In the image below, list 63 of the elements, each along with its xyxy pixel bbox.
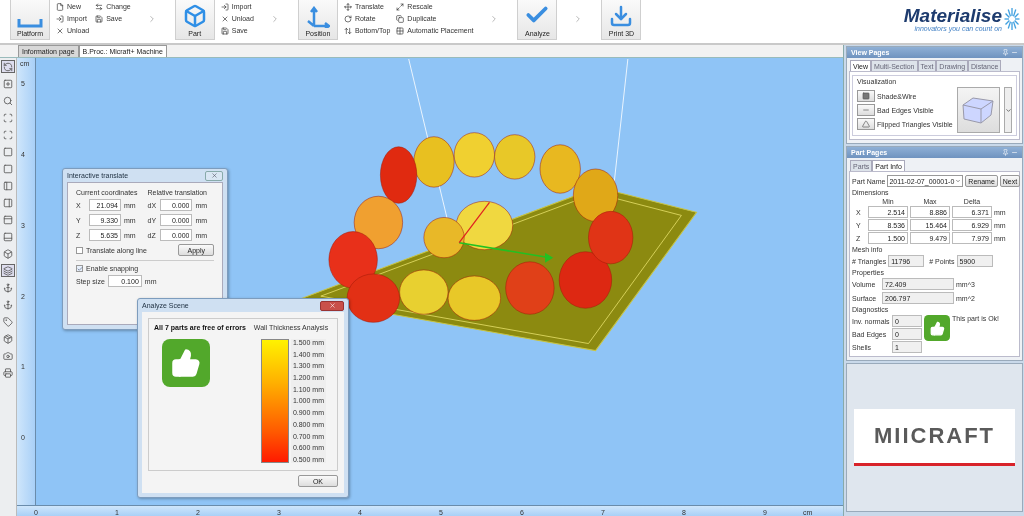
axes-icon <box>305 6 330 28</box>
minimize-icon[interactable] <box>1011 49 1018 56</box>
thumbs-up-icon <box>162 339 210 387</box>
wireframe-cube-icon <box>961 95 996 125</box>
cube-icon <box>182 4 207 28</box>
shaded-square-icon <box>862 92 870 100</box>
panel-top-icon[interactable] <box>1 213 15 226</box>
grid-icon <box>396 26 405 35</box>
triangle-icon <box>862 120 870 128</box>
save-icon <box>220 26 229 35</box>
checkbox[interactable] <box>76 246 83 254</box>
view-option-button[interactable] <box>857 104 875 116</box>
thumbs-up-icon <box>924 315 950 341</box>
dropdown-button[interactable] <box>1004 87 1012 133</box>
view-cube-button[interactable] <box>956 87 1000 133</box>
close-icon <box>328 302 336 309</box>
up-down-arrow-icon <box>343 26 352 35</box>
square-icon[interactable] <box>1 145 15 158</box>
box-icon[interactable] <box>1 332 15 345</box>
close-icon <box>220 14 229 23</box>
circular-arrows-icon[interactable] <box>1 60 15 73</box>
panel-left-icon[interactable] <box>1 179 15 192</box>
dashed-line-icon <box>862 106 870 114</box>
diagonal-arrow-icon <box>396 2 405 11</box>
check-icon <box>76 265 83 272</box>
download-icon <box>609 4 634 28</box>
3d-viewport[interactable] <box>36 58 843 505</box>
close-icon <box>56 26 64 35</box>
scan-frame-icon[interactable] <box>1 111 15 124</box>
document-icon <box>56 2 64 11</box>
brand-logo: MIICRAFT <box>853 409 1016 466</box>
square-icon[interactable] <box>1 162 15 175</box>
move-arrows-icon <box>343 2 352 11</box>
view-option-button[interactable] <box>857 118 875 130</box>
cube-icon[interactable] <box>1 247 15 260</box>
close-button[interactable] <box>320 300 344 311</box>
panel-bottom-icon[interactable] <box>1 230 15 243</box>
view-option-button[interactable] <box>857 90 875 102</box>
anchor-icon[interactable] <box>1 298 15 311</box>
checkbox[interactable] <box>76 265 83 272</box>
import-icon <box>56 14 64 23</box>
minimize-icon[interactable] <box>1011 149 1018 156</box>
close-icon <box>210 172 218 179</box>
tag-icon[interactable] <box>1 315 15 328</box>
frame-corners-icon[interactable] <box>1 128 15 141</box>
close-button[interactable] <box>205 170 223 181</box>
swap-arrows-icon <box>95 2 104 11</box>
pin-icon[interactable] <box>1002 49 1009 56</box>
logo-wordmark: Materialise <box>903 6 1002 25</box>
anchor-icon[interactable] <box>1 281 15 294</box>
zoom-icon[interactable] <box>1 94 15 107</box>
camera-icon[interactable] <box>1 349 15 362</box>
rotate-icon <box>343 14 352 23</box>
caret-icon <box>1004 106 1012 114</box>
import-icon <box>220 2 229 11</box>
starburst-icon <box>1004 6 1020 32</box>
pin-icon[interactable] <box>1002 149 1009 156</box>
copy-icon <box>396 14 405 23</box>
panel-right-icon[interactable] <box>1 196 15 209</box>
plus-square-icon[interactable] <box>1 77 15 90</box>
printer-icon[interactable] <box>1 366 15 379</box>
save-icon <box>95 14 104 23</box>
caret-icon <box>955 178 962 184</box>
